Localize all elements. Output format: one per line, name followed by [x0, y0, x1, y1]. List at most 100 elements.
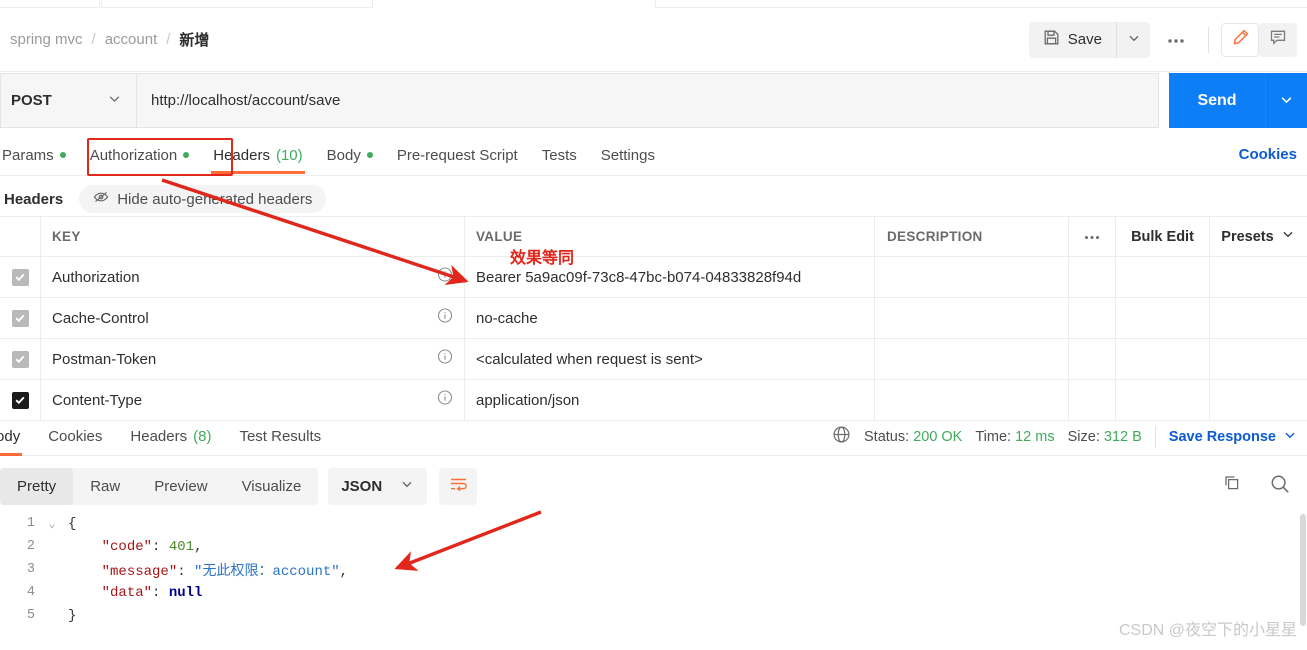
breadcrumb-separator: / [91, 31, 96, 48]
response-tab-body-label: Body [0, 428, 21, 445]
row-value-cell[interactable]: no-cache [465, 298, 875, 338]
response-tab-headers-count: (8) [193, 428, 212, 445]
fold-toggle-icon[interactable]: ⌄ [46, 516, 58, 531]
column-description: DESCRIPTION [875, 217, 1069, 256]
size-label: Size: [1067, 428, 1100, 445]
modified-dot-icon [59, 152, 66, 158]
tab-fragment-1[interactable] [0, 0, 100, 8]
row-key-cell[interactable]: Postman-Token [41, 339, 465, 379]
row-description-cell[interactable] [875, 380, 1069, 420]
edit-request-button[interactable] [1221, 22, 1259, 57]
row-checkbox-cell [0, 380, 41, 420]
row-checkbox[interactable] [11, 309, 29, 327]
save-options-button[interactable] [1116, 21, 1150, 58]
tab-params[interactable]: Params [0, 137, 78, 173]
presets-button[interactable]: Presets [1210, 217, 1306, 256]
save-button-label: Save [1067, 31, 1102, 48]
postman-window: spring mvc / account / 新增 Save POST http… [0, 0, 1307, 650]
tab-tests[interactable]: Tests [530, 137, 589, 173]
response-format-select[interactable]: JSON [328, 467, 428, 505]
breadcrumb-bar: spring mvc / account / 新增 Save [0, 8, 1307, 72]
row-value-cell[interactable]: <calculated when request is sent> [465, 339, 875, 379]
row-description-cell[interactable] [875, 339, 1069, 379]
hide-auto-generated-headers-button[interactable]: Hide auto-generated headers [79, 185, 327, 213]
table-header-row: KEY VALUE DESCRIPTION Bulk Edit Presets [0, 216, 1307, 257]
row-checkbox[interactable] [11, 268, 29, 286]
breadcrumb-item-folder[interactable]: account [105, 31, 158, 48]
headers-section-title: Headers [4, 190, 64, 208]
response-body-code[interactable]: 1 ⌄ { 2 "code": 401, 3 "message": "无此权限：… [0, 512, 1307, 650]
row-key-value: Content-Type [52, 391, 143, 409]
info-icon[interactable] [437, 267, 453, 288]
window-tab-strip [0, 0, 1307, 8]
response-tab-cookies[interactable]: Cookies [34, 419, 116, 455]
copy-icon[interactable] [1222, 473, 1243, 499]
more-options-button[interactable] [1156, 22, 1196, 58]
tab-fragment-3[interactable] [655, 0, 1307, 8]
tab-body[interactable]: Body [315, 137, 385, 173]
row-description-cell[interactable] [875, 257, 1069, 297]
response-tab-body[interactable]: Body [0, 419, 34, 456]
tab-fragment-2[interactable] [101, 0, 373, 8]
row-spacer-1 [1069, 257, 1116, 297]
save-response-button[interactable]: Save Response [1169, 428, 1297, 446]
word-wrap-button[interactable] [439, 467, 478, 505]
status-label: Status: [864, 428, 910, 445]
row-value-cell[interactable]: application/json [465, 380, 875, 420]
info-icon[interactable] [437, 390, 453, 411]
info-icon[interactable] [437, 308, 453, 329]
eye-slash-icon [93, 190, 109, 208]
row-spacer-3 [1210, 380, 1306, 420]
request-url-bar: POST http://localhost/account/save Send [0, 73, 1307, 128]
table-row: Content-Type application/json [0, 380, 1307, 421]
row-spacer-1 [1069, 298, 1116, 338]
column-description-label: DESCRIPTION [887, 229, 983, 244]
row-key-cell[interactable]: Authorization [41, 257, 465, 297]
response-scrollbar[interactable] [1299, 512, 1307, 650]
breadcrumb-item-request[interactable]: 新增 [179, 29, 209, 50]
select-all-cell [0, 217, 41, 256]
view-mode-pretty[interactable]: Pretty [0, 467, 74, 505]
view-mode-visualize[interactable]: Visualize [225, 468, 319, 505]
view-mode-preview[interactable]: Preview [137, 468, 224, 505]
table-options-button[interactable] [1069, 217, 1116, 256]
response-body-actions [1222, 473, 1307, 500]
response-view-modes: Pretty Raw Preview Visualize [0, 467, 319, 505]
send-options-button[interactable] [1265, 73, 1307, 128]
http-method-select[interactable]: POST [0, 73, 136, 128]
bulk-edit-button[interactable]: Bulk Edit [1116, 217, 1210, 256]
breadcrumb-item-collection[interactable]: spring mvc [10, 31, 83, 48]
response-tab-test-results[interactable]: Test Results [225, 419, 335, 455]
tab-pre-request-script[interactable]: Pre-request Script [385, 137, 530, 173]
row-value-value: Bearer 5a9ac09f-73c8-47bc-b074-04833828f… [476, 268, 802, 286]
row-checkbox[interactable] [11, 350, 29, 368]
chevron-down-icon [107, 91, 122, 111]
status-group: Status: 200 OK [864, 429, 962, 445]
info-icon[interactable] [437, 349, 453, 370]
json-value: null [168, 584, 203, 601]
time-value: 12 ms [1015, 428, 1055, 445]
more-horizontal-icon [1166, 30, 1186, 50]
row-key-cell[interactable]: Content-Type [41, 380, 465, 420]
code-text: "code": 401, [101, 538, 203, 555]
view-mode-raw[interactable]: Raw [73, 468, 137, 505]
more-horizontal-icon [1083, 228, 1101, 246]
request-url-value: http://localhost/account/save [151, 92, 341, 109]
comments-button[interactable] [1259, 22, 1297, 57]
response-tab-headers[interactable]: Headers (8) [116, 419, 225, 455]
row-key-cell[interactable]: Cache-Control [41, 298, 465, 338]
row-checkbox-cell [0, 339, 41, 379]
request-url-input[interactable]: http://localhost/account/save [136, 73, 1159, 128]
row-description-cell[interactable] [875, 298, 1069, 338]
tab-settings[interactable]: Settings [589, 137, 667, 173]
send-button[interactable]: Send [1169, 73, 1265, 128]
row-checkbox-cell [0, 257, 41, 297]
chevron-down-icon [1283, 428, 1297, 446]
save-button[interactable]: Save [1028, 21, 1116, 58]
search-icon[interactable] [1269, 473, 1291, 500]
row-checkbox[interactable] [11, 391, 29, 409]
row-spacer-1 [1069, 339, 1116, 379]
scrollbar-thumb[interactable] [1300, 514, 1306, 626]
watermark: CSDN @夜空下的小星星 [1118, 622, 1297, 639]
cookies-link[interactable]: Cookies [1239, 146, 1297, 163]
